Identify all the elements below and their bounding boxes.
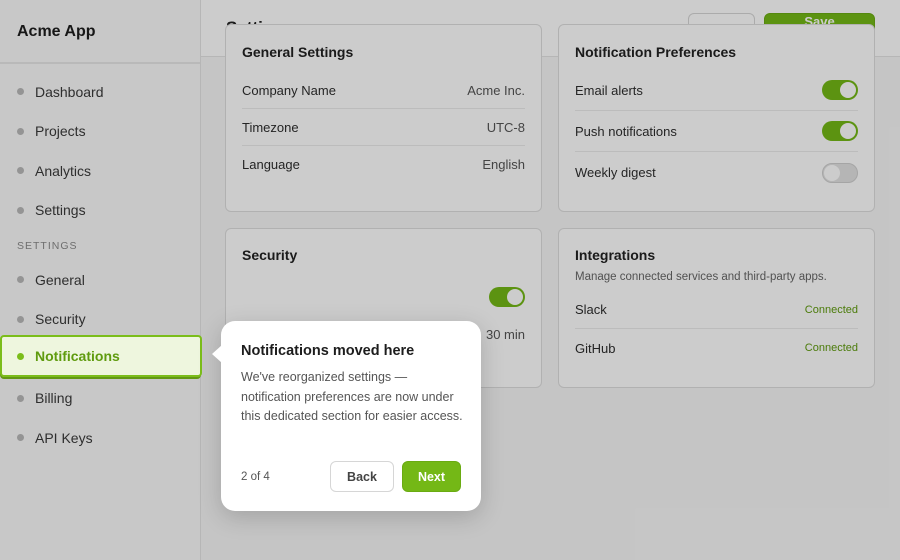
back-button[interactable]: Back xyxy=(330,461,394,492)
popover-body: We've reorganized settings — notificatio… xyxy=(241,370,463,423)
popover-actions: Back Next xyxy=(330,461,461,492)
onboarding-popover: Notifications moved here We've reorganiz… xyxy=(212,321,481,511)
bullet-icon xyxy=(17,352,24,360)
popover-arrow-icon xyxy=(212,345,222,363)
highlighted-nav-label: Notifications xyxy=(35,348,120,364)
popover-step-counter: 2 of 4 xyxy=(241,470,270,483)
next-button[interactable]: Next xyxy=(402,461,461,492)
highlighted-nav-notifications[interactable]: Notifications xyxy=(0,335,202,377)
popover-title: Notifications moved here xyxy=(241,343,415,359)
popover-footer: 2 of 4 Back Next xyxy=(241,461,461,492)
